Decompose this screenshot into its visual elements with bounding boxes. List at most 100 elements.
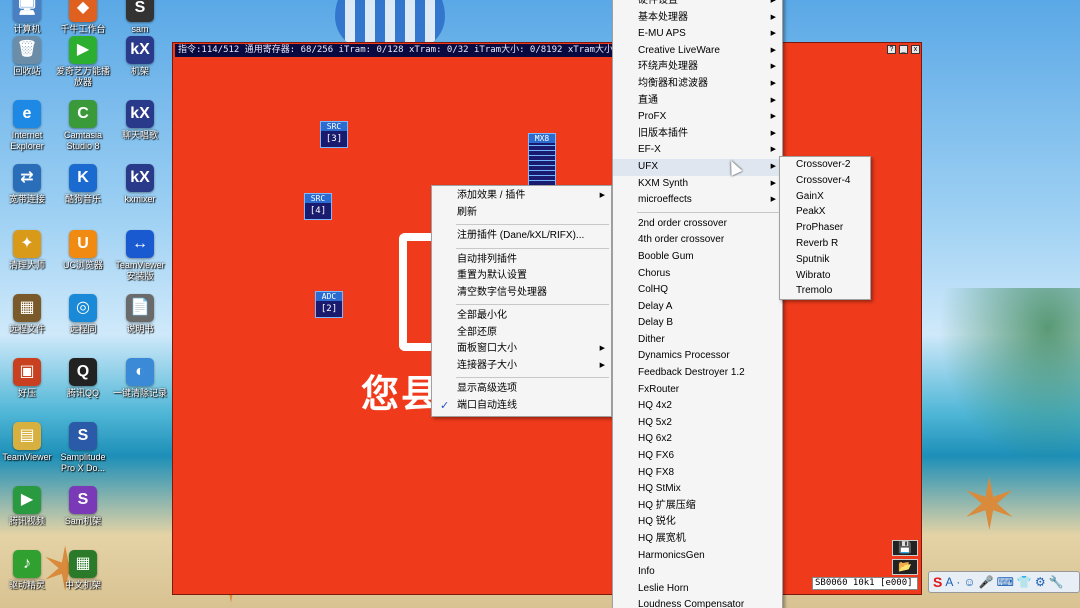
plugin-menu-item[interactable]: E-MU APS ▶ xyxy=(613,26,782,43)
dsp-block-adc-2[interactable]: ADC [2] xyxy=(315,291,343,318)
ufx-menu-item[interactable]: Tremolo xyxy=(780,283,870,299)
desktop-icon[interactable]: C Camtasia Studio 8 xyxy=(54,100,112,152)
desktop-icon[interactable]: 📄 说明书 xyxy=(111,294,169,335)
plugin-menu-item[interactable]: 环绕声处理器 ▶ xyxy=(613,59,782,76)
tray-tool-icon[interactable]: ⌨ xyxy=(997,575,1014,589)
desktop-icon[interactable]: 🗑 回收站 xyxy=(0,36,56,77)
context-menu-item[interactable]: 全部还原 xyxy=(432,325,611,342)
desktop-icon[interactable]: ⇄ 宽带连接 xyxy=(0,164,56,205)
ufx-menu-item[interactable]: PeakX xyxy=(780,204,870,220)
plugin-menu-item[interactable]: UFX ▶ xyxy=(613,158,782,176)
tray-tool-icon[interactable]: ⚙ xyxy=(1035,575,1046,589)
ufx-menu-item[interactable]: Sputnik xyxy=(780,252,870,268)
plugin-menu-item[interactable]: HQ FX8 xyxy=(613,465,782,482)
plugin-menu-item[interactable]: FxRouter xyxy=(613,382,782,399)
desktop-icon[interactable]: ◎ 远程同 xyxy=(54,294,112,335)
plugin-menu-item[interactable]: HQ 扩展压缩 xyxy=(613,498,782,515)
plugin-menu-item[interactable]: HQ 6x2 xyxy=(613,431,782,448)
plugin-menu-item[interactable]: Leslie Horn xyxy=(613,581,782,598)
dsp-block-mx8[interactable]: MX8 xyxy=(528,133,556,186)
save-icon[interactable]: 💾 xyxy=(892,540,918,556)
plugin-menu-item[interactable]: Info xyxy=(613,564,782,581)
context-menu-item[interactable]: 注册插件 (Dane/kXL/RIFX)... xyxy=(432,228,611,245)
tray-tool-icon[interactable]: · xyxy=(956,575,960,589)
plugin-menu-item[interactable]: 基本处理器 ▶ xyxy=(613,10,782,27)
desktop-icon[interactable]: ↔ TeamViewer 安装版 xyxy=(111,230,169,282)
plugin-menu-item[interactable]: HQ 5x2 xyxy=(613,415,782,432)
plugin-menu-item[interactable]: 硬件设置 ▶ xyxy=(613,0,782,10)
plugin-menu-item[interactable]: 4th order crossover xyxy=(613,232,782,249)
plugin-menu-item[interactable]: HQ StMix xyxy=(613,481,782,498)
desktop-icon[interactable]: ◆ 千牛工作台 xyxy=(54,0,112,35)
plugin-menu-item[interactable]: HQ FX6 xyxy=(613,448,782,465)
ufx-menu-item[interactable]: Crossover-2 xyxy=(780,157,870,173)
context-menu-item[interactable]: 自动排列插件 xyxy=(432,252,611,269)
context-menu-item[interactable]: 全部最小化 xyxy=(432,308,611,325)
desktop-icon[interactable]: kX 机架 xyxy=(111,36,169,77)
ufx-menu-item[interactable]: Reverb R xyxy=(780,236,870,252)
plugin-menu-item[interactable]: Delay A xyxy=(613,299,782,316)
plugin-menu-item[interactable]: Loudness Compensator xyxy=(613,597,782,608)
dsp-block-src-4[interactable]: SRC [4] xyxy=(304,193,332,220)
help-button[interactable]: ? xyxy=(887,45,896,54)
ufx-menu-item[interactable]: Crossover-4 xyxy=(780,173,870,189)
plugin-menu-item[interactable]: EF-X ▶ xyxy=(613,142,782,159)
open-folder-icon[interactable]: 📂 xyxy=(892,559,918,575)
desktop-icon[interactable]: kX kxmixer xyxy=(111,164,169,205)
plugin-menu-item[interactable]: Dither xyxy=(613,332,782,349)
context-menu-item[interactable]: ✓ 端口自动连线 xyxy=(432,398,611,415)
desktop-icon[interactable]: ◐ 一键清除记录 xyxy=(111,358,169,399)
desktop-icon[interactable]: ▦ 远程文件 xyxy=(0,294,56,335)
context-menu-item[interactable]: 添加效果 / 插件 ▶ xyxy=(432,188,611,205)
ufx-menu-item[interactable]: Wibrato xyxy=(780,268,870,284)
plugin-menu-item[interactable]: microeffects ▶ xyxy=(613,192,782,209)
ufx-menu-item[interactable]: GainX xyxy=(780,189,870,205)
plugin-menu-item[interactable]: ColHQ xyxy=(613,282,782,299)
close-button[interactable]: x xyxy=(911,45,920,54)
ime-toolbar[interactable]: S A · ☺ 🎤 ⌨ 👕 ⚙ 🔧 xyxy=(928,571,1080,593)
plugin-menu-item[interactable]: Dynamics Processor xyxy=(613,348,782,365)
desktop-icon[interactable]: K 酷狗音乐 xyxy=(54,164,112,205)
desktop-icon[interactable]: ▣ 好压 xyxy=(0,358,56,399)
context-menu-item[interactable]: 清空数字信号处理器 xyxy=(432,285,611,302)
plugin-menu-item[interactable]: Booble Gum xyxy=(613,249,782,266)
context-menu-item[interactable]: 连接器子大小 ▶ xyxy=(432,358,611,375)
plugin-menu-item[interactable]: 2nd order crossover xyxy=(613,216,782,233)
tray-tool-icon[interactable]: ☺ xyxy=(963,575,975,589)
plugin-menu-item[interactable]: KXM Synth ▶ xyxy=(613,176,782,193)
desktop-icon[interactable]: ▶ 腾讯视频 xyxy=(0,486,56,527)
minimize-button[interactable]: _ xyxy=(899,45,908,54)
plugin-menu-item[interactable]: 直通 ▶ xyxy=(613,93,782,110)
desktop-icon[interactable]: 🖥 计算机 xyxy=(0,0,56,35)
plugin-menu-item[interactable]: 均衡器和滤波器 ▶ xyxy=(613,76,782,93)
dsp-block-src-3[interactable]: SRC [3] xyxy=(320,121,348,148)
desktop-icon[interactable]: ✦ 清理大师 xyxy=(0,230,56,271)
plugin-menu-item[interactable]: 旧版本插件 ▶ xyxy=(613,126,782,143)
desktop-icon[interactable]: S Samplitude Pro X Do... xyxy=(54,422,112,474)
desktop-icon[interactable]: ▶ 爱奇艺万能播放器 xyxy=(54,36,112,88)
desktop-icon[interactable]: U UC浏览器 xyxy=(54,230,112,271)
ufx-menu-item[interactable]: ProPhaser xyxy=(780,220,870,236)
tray-tool-icon[interactable]: 🔧 xyxy=(1049,575,1064,589)
plugin-menu-item[interactable]: Creative LiveWare ▶ xyxy=(613,43,782,60)
plugin-menu-item[interactable]: HQ 4x2 xyxy=(613,398,782,415)
plugin-menu-item[interactable]: HQ 锐化 xyxy=(613,514,782,531)
sogou-logo-icon[interactable]: S xyxy=(933,574,942,590)
context-menu-item[interactable]: 重置为默认设置 xyxy=(432,268,611,285)
context-menu-item[interactable]: 刷新 xyxy=(432,205,611,222)
plugin-menu-item[interactable]: HQ 展宽机 xyxy=(613,531,782,548)
context-menu-item[interactable]: 显示高级选项 xyxy=(432,381,611,398)
desktop-icon[interactable]: e Internet Explorer xyxy=(0,100,56,152)
desktop-icon[interactable]: Ssam xyxy=(111,0,169,35)
desktop-icon[interactable]: S Sam机架 xyxy=(54,486,112,527)
desktop-icon[interactable]: kX 聊天唱歌 xyxy=(111,100,169,141)
desktop-icon[interactable]: ▤ TeamViewer xyxy=(0,422,56,463)
context-menu-item[interactable]: 面板窗口大小 ▶ xyxy=(432,341,611,358)
desktop-icon[interactable]: ▦ 中文机架 xyxy=(54,550,112,591)
plugin-menu-item[interactable]: ProFX ▶ xyxy=(613,109,782,126)
tray-tool-icon[interactable]: 👕 xyxy=(1017,575,1032,589)
tray-tool-icon[interactable]: A xyxy=(945,575,953,589)
tray-tool-icon[interactable]: 🎤 xyxy=(979,575,994,589)
plugin-menu-item[interactable]: HarmonicsGen xyxy=(613,548,782,565)
desktop-icon[interactable]: Q 腾讯QQ xyxy=(54,358,112,399)
